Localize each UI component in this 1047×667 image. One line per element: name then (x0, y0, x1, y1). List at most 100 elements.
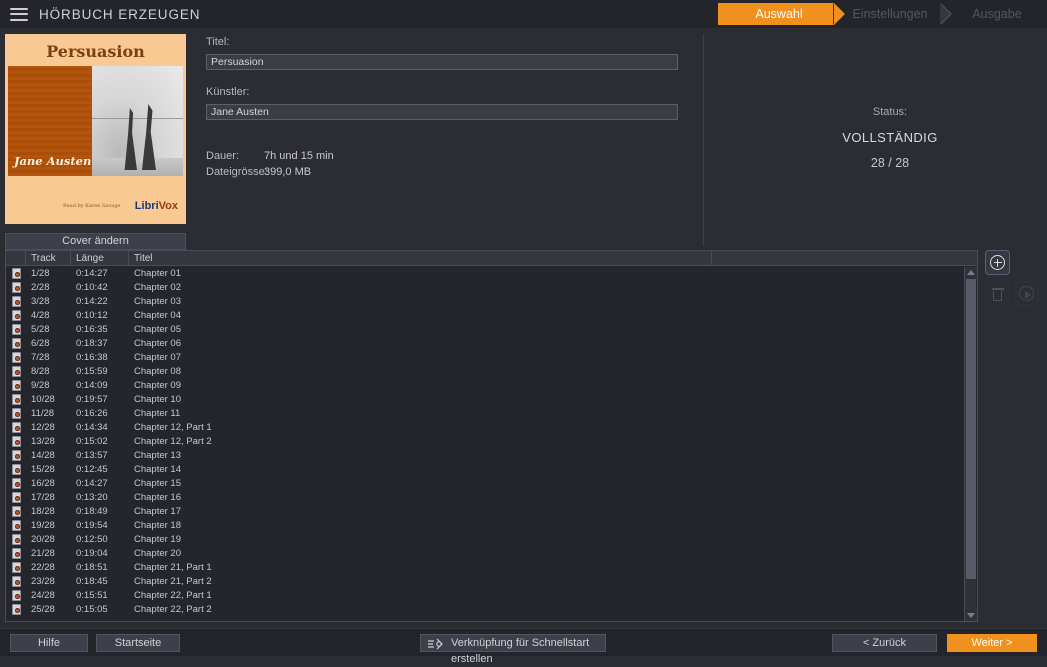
table-row[interactable]: 15/28 0:12:45 Chapter 14 (6, 462, 977, 476)
audio-file-icon (6, 435, 26, 447)
step-auswahl[interactable]: Auswahl (718, 3, 845, 25)
librivox-logo-vox: Vox (158, 200, 178, 212)
row-track: 12/28 (31, 421, 55, 433)
home-button[interactable]: Startseite (96, 634, 180, 652)
help-button[interactable]: Hilfe (10, 634, 88, 652)
table-row[interactable]: 25/28 0:15:05 Chapter 22, Part 2 (6, 602, 977, 616)
next-button[interactable]: Weiter > (947, 634, 1037, 652)
play-track-button[interactable] (1014, 281, 1040, 306)
table-row[interactable]: 13/28 0:15:02 Chapter 12, Part 2 (6, 434, 977, 448)
table-row[interactable]: 6/28 0:18:37 Chapter 06 (6, 336, 977, 350)
table-row[interactable]: 20/28 0:12:50 Chapter 19 (6, 532, 977, 546)
delete-track-button[interactable] (985, 282, 1010, 307)
table-row[interactable]: 5/28 0:16:35 Chapter 05 (6, 322, 977, 336)
step-ausgabe-label: Ausgabe (972, 7, 1022, 21)
table-row[interactable]: 16/28 0:14:27 Chapter 15 (6, 476, 977, 490)
table-row[interactable]: 19/28 0:19:54 Chapter 18 (6, 518, 977, 532)
step-einstellungen[interactable]: Einstellungen (833, 3, 952, 25)
scroll-down-button[interactable] (965, 610, 977, 621)
audio-file-icon (6, 561, 26, 573)
duration-row: Dauer: 7h und 15 min (206, 150, 686, 162)
audio-file-icon (6, 295, 26, 307)
artist-field-label: Künstler: (206, 86, 250, 98)
step-ausgabe[interactable]: Ausgabe (940, 3, 1047, 25)
table-row[interactable]: 24/28 0:15:51 Chapter 22, Part 1 (6, 588, 977, 602)
create-shortcut-button[interactable]: Verknüpfung für Schnellstart erstellen (420, 634, 606, 665)
scrollbar-thumb[interactable] (966, 279, 976, 579)
scroll-up-button[interactable] (965, 267, 977, 278)
row-length: 0:14:34 (76, 421, 108, 433)
row-title: Chapter 13 (134, 449, 182, 461)
row-length: 0:16:38 (76, 351, 108, 363)
row-track: 9/28 (31, 379, 50, 391)
table-scrollbar[interactable] (964, 267, 977, 621)
row-title: Chapter 03 (134, 295, 182, 307)
table-row[interactable]: 10/28 0:19:57 Chapter 10 (6, 392, 977, 406)
row-track: 3/28 (31, 295, 50, 307)
row-track: 16/28 (31, 477, 55, 489)
cover-panel: Persuasion Jane Austen Read by Karen Sav… (5, 34, 186, 250)
table-row[interactable]: 11/28 0:16:26 Chapter 11 (6, 406, 977, 420)
table-row[interactable]: 2/28 0:10:42 Chapter 02 (6, 280, 977, 294)
top-bar: HÖRBUCH ERZEUGEN Auswahl Einstellungen A… (0, 0, 1047, 28)
row-length: 0:14:27 (76, 477, 108, 489)
back-button[interactable]: < Zurück (832, 634, 937, 652)
status-panel: Status: VOLLSTÄNDIG 28 / 28 (760, 106, 1020, 170)
audio-file-icon (6, 491, 26, 503)
audio-file-icon (6, 463, 26, 475)
row-length: 0:10:42 (76, 281, 108, 293)
row-track: 24/28 (31, 589, 55, 601)
row-title: Chapter 18 (134, 519, 182, 531)
column-header-title[interactable]: Titel (129, 250, 712, 266)
add-track-button[interactable] (985, 250, 1010, 275)
table-row[interactable]: 7/28 0:16:38 Chapter 07 (6, 350, 977, 364)
row-title: Chapter 17 (134, 505, 182, 517)
change-cover-button[interactable]: Cover ändern (5, 233, 186, 250)
column-header-track[interactable]: Track (26, 250, 71, 266)
table-row[interactable]: 22/28 0:18:51 Chapter 21, Part 1 (6, 560, 977, 574)
table-row[interactable]: 23/28 0:18:45 Chapter 21, Part 2 (6, 574, 977, 588)
row-track: 7/28 (31, 351, 50, 363)
main-content: Persuasion Jane Austen Read by Karen Sav… (0, 28, 1047, 628)
metadata-form: Titel: Künstler: Dauer: 7h und 15 min Da… (206, 36, 686, 178)
table-row[interactable]: 3/28 0:14:22 Chapter 03 (6, 294, 977, 308)
column-header-icon[interactable] (6, 250, 26, 266)
table-row[interactable]: 9/28 0:14:09 Chapter 09 (6, 378, 977, 392)
row-track: 15/28 (31, 463, 55, 475)
table-row[interactable]: 8/28 0:15:59 Chapter 08 (6, 364, 977, 378)
cover-artwork[interactable]: Persuasion Jane Austen Read by Karen Sav… (5, 34, 186, 224)
trash-icon (991, 288, 1004, 301)
row-title: Chapter 15 (134, 477, 182, 489)
row-title: Chapter 16 (134, 491, 182, 503)
audio-file-icon (6, 323, 26, 335)
audio-file-icon (6, 365, 26, 377)
row-title: Chapter 02 (134, 281, 182, 293)
table-row[interactable]: 17/28 0:13:20 Chapter 16 (6, 490, 977, 504)
row-length: 0:15:02 (76, 435, 108, 447)
audio-file-icon (6, 379, 26, 391)
librivox-logo: LibriVox (135, 200, 178, 212)
hamburger-menu-icon[interactable] (10, 7, 28, 21)
table-row[interactable]: 4/28 0:10:12 Chapter 04 (6, 308, 977, 322)
audio-file-icon (6, 351, 26, 363)
table-row[interactable]: 14/28 0:13:57 Chapter 13 (6, 448, 977, 462)
row-length: 0:13:20 (76, 491, 108, 503)
column-header-length[interactable]: Länge (71, 250, 129, 266)
table-row[interactable]: 1/28 0:14:27 Chapter 01 (6, 266, 977, 280)
row-track: 10/28 (31, 393, 55, 405)
chevron-right-icon (940, 3, 952, 25)
title-input[interactable] (206, 54, 678, 70)
table-row[interactable]: 18/28 0:18:49 Chapter 17 (6, 504, 977, 518)
page-title: HÖRBUCH ERZEUGEN (39, 6, 201, 22)
row-length: 0:15:05 (76, 603, 108, 615)
cover-color-block: Jane Austen (8, 66, 92, 176)
row-length: 0:10:12 (76, 309, 108, 321)
artist-input[interactable] (206, 104, 678, 120)
row-title: Chapter 21, Part 2 (134, 575, 212, 587)
table-row[interactable]: 12/28 0:14:34 Chapter 12, Part 1 (6, 420, 977, 434)
table-row[interactable]: 21/28 0:19:04 Chapter 20 (6, 546, 977, 560)
row-length: 0:19:57 (76, 393, 108, 405)
row-length: 0:15:51 (76, 589, 108, 601)
cover-image-row: Jane Austen (8, 66, 183, 176)
status-label: Status: (872, 106, 908, 118)
